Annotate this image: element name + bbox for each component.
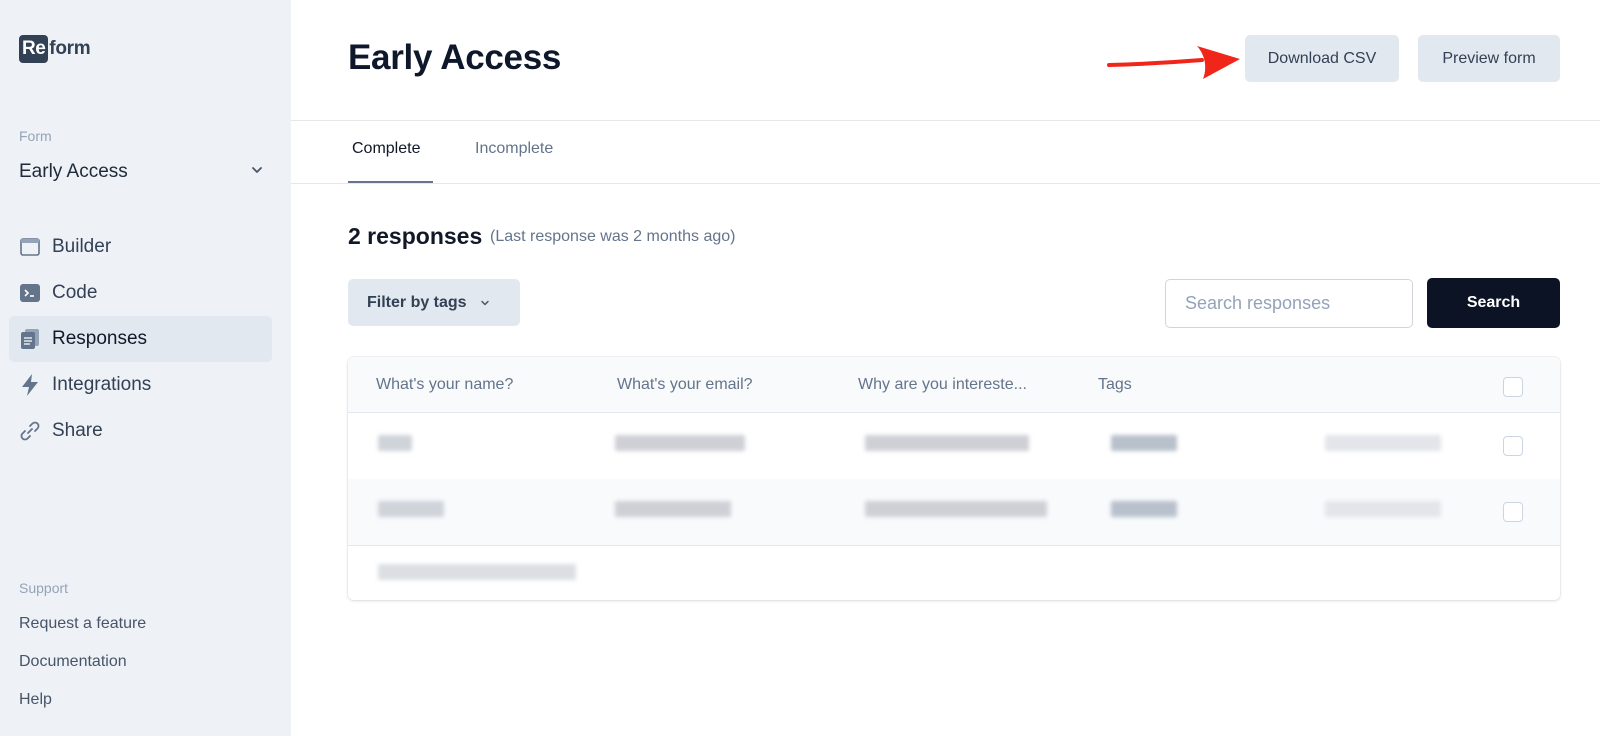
sidebar-item-integrations[interactable]: Integrations [9,362,272,408]
last-response-note: (Last response was 2 months ago) [490,228,736,245]
filter-by-tags-button[interactable]: Filter by tags [348,279,520,326]
redacted-name [378,501,444,517]
filter-label: Filter by tags [367,293,467,311]
form-selector-value: Early Access [19,161,128,182]
sidebar-item-label: Code [52,282,98,303]
search-input[interactable] [1165,279,1413,328]
form-section-label: Form [19,128,52,144]
logo-mark: Re [19,35,49,63]
help-link[interactable]: Help [19,691,52,709]
documentation-link[interactable]: Documentation [19,653,127,671]
sidebar-item-label: Integrations [52,374,152,395]
tab-incomplete[interactable]: Incomplete [475,140,553,158]
redacted-email [615,501,731,517]
download-csv-button[interactable]: Download CSV [1245,35,1399,82]
form-selector[interactable]: Early Access [19,159,264,185]
red-arrow-annotation [1107,46,1240,79]
table-footer [348,545,1560,600]
reform-logo[interactable]: Re form [19,35,91,63]
redacted-tag [1111,435,1177,451]
sidebar-item-code[interactable]: Code [9,270,272,316]
chevron-down-icon [479,297,491,309]
browser-window-icon [19,236,41,258]
tabs-divider [291,183,1600,184]
table-row[interactable] [348,479,1560,545]
clipboard-icon [19,328,41,350]
main-content: Early Access Download CSV Preview form C… [291,0,1600,736]
row-checkbox[interactable] [1503,502,1523,522]
redacted-extra [1325,501,1441,517]
search-button[interactable]: Search [1427,278,1560,328]
sidebar-item-label: Share [52,420,103,441]
table-header: What's your name? What's your email? Why… [348,357,1560,413]
response-count: 2 responses [348,223,483,249]
redacted-interest [865,501,1047,517]
logo-text: form [49,38,91,59]
redacted-footer-text [378,564,576,580]
terminal-icon [19,282,41,304]
link-icon [19,420,41,442]
lightning-icon [19,374,41,396]
chevron-down-icon [250,163,264,182]
tab-complete[interactable]: Complete [352,140,420,158]
redacted-email [615,435,745,451]
column-header-interest[interactable]: Why are you intereste... [858,376,1027,394]
redacted-tag [1111,501,1177,517]
column-header-email[interactable]: What's your email? [617,376,753,394]
responses-table: What's your name? What's your email? Why… [348,357,1560,600]
table-row[interactable] [348,413,1560,479]
sidebar: Re form Form Early Access Builder Code R… [0,0,291,736]
header-divider [291,120,1600,121]
sidebar-nav: Builder Code Responses Integrations Shar… [9,224,272,454]
row-checkbox[interactable] [1503,436,1523,456]
redacted-extra [1325,435,1441,451]
redacted-name [378,435,412,451]
sidebar-item-label: Responses [52,328,148,349]
sidebar-item-builder[interactable]: Builder [9,224,272,270]
sidebar-item-label: Builder [52,236,112,257]
column-header-tags[interactable]: Tags [1098,376,1132,394]
support-section-label: Support [19,580,69,596]
request-feature-link[interactable]: Request a feature [19,615,146,633]
preview-form-button[interactable]: Preview form [1418,35,1560,82]
redacted-interest [865,435,1029,451]
select-all-checkbox[interactable] [1503,377,1523,397]
column-header-name[interactable]: What's your name? [376,376,513,394]
sidebar-item-responses[interactable]: Responses [9,316,272,362]
page-title: Early Access [348,38,562,77]
sidebar-item-share[interactable]: Share [9,408,272,454]
